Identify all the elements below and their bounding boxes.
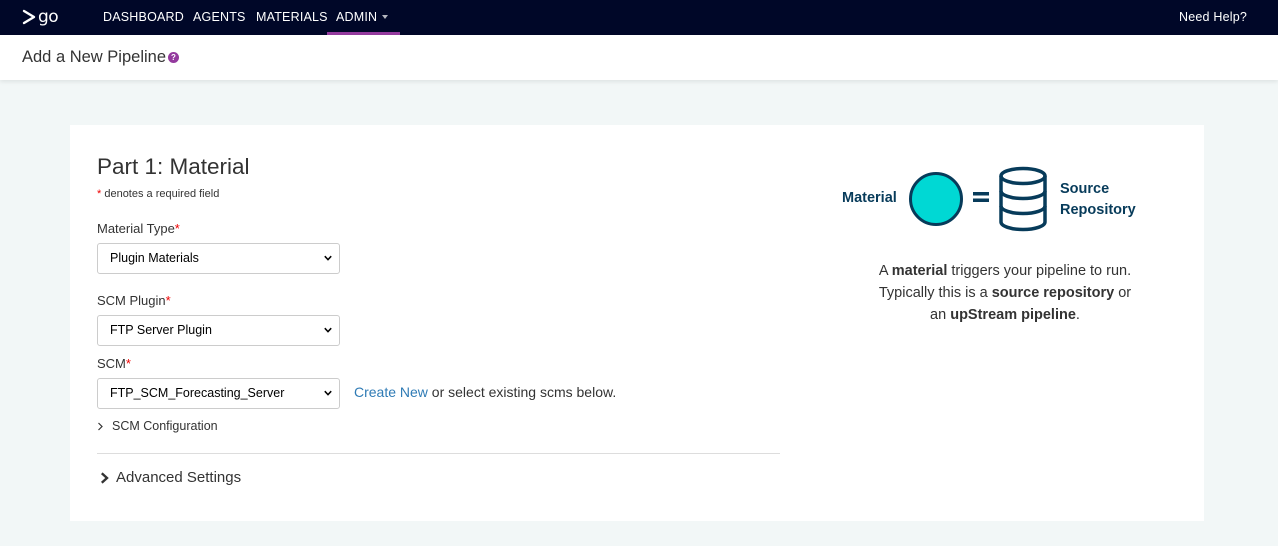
scm-plugin-select[interactable]: FTP Server Plugin <box>97 315 340 346</box>
chevron-right-icon <box>100 471 109 484</box>
create-new-link[interactable]: Create New <box>354 384 428 400</box>
need-help-link[interactable]: Need Help? <box>1179 0 1247 35</box>
nav-agents[interactable]: AGENTS <box>193 0 246 35</box>
desc-text: triggers your pipeline to run. <box>947 263 1132 279</box>
create-new-suffix: or select existing scms below. <box>427 384 617 400</box>
desc-bold: source repository <box>991 285 1115 301</box>
scm-label: SCM* <box>97 356 131 371</box>
chevron-down-icon <box>324 255 332 261</box>
chevron-right-icon <box>98 422 103 430</box>
play-icon <box>22 9 36 25</box>
scm-label-text: SCM <box>97 356 126 371</box>
divider <box>97 453 780 454</box>
required-star: * <box>174 221 180 236</box>
advanced-settings-label: Advanced Settings <box>116 469 242 486</box>
caret-down-icon <box>382 14 389 19</box>
desc-text: or <box>1114 285 1132 301</box>
part-title: Part 1: Material <box>97 154 250 179</box>
chevron-down-icon <box>324 390 332 396</box>
material-type-label-text: Material Type <box>97 221 175 236</box>
material-circle-icon <box>909 172 963 226</box>
page-title: Add a New Pipeline <box>22 48 167 66</box>
chevron-down-icon <box>324 327 332 333</box>
scm-plugin-value: FTP Server Plugin <box>110 323 212 337</box>
material-description: A material triggers your pipeline to run… <box>810 260 1200 326</box>
desc-line-2: Typically this is a source repository or <box>810 282 1200 304</box>
required-note: * denotes a required field <box>97 188 219 200</box>
scm-select[interactable]: FTP_SCM_Forecasting_Server <box>97 378 340 409</box>
material-type-label: Material Type* <box>97 221 180 236</box>
advanced-settings-toggle[interactable]: Advanced Settings <box>100 469 241 486</box>
help-icon[interactable]: ? <box>168 52 179 63</box>
desc-bold: material <box>891 263 948 279</box>
desc-text: . <box>1075 307 1080 323</box>
desc-bold: upStream pipeline <box>950 307 1076 323</box>
illustration-material-label: Material <box>842 190 897 206</box>
database-icon <box>999 166 1047 232</box>
desc-text: Typically this is a <box>878 285 992 301</box>
material-type-value: Plugin Materials <box>110 251 199 265</box>
scm-configuration-label: SCM Configuration <box>112 419 218 433</box>
material-card: Part 1: Material * denotes a required fi… <box>70 125 1204 521</box>
scm-configuration-toggle[interactable]: SCM Configuration <box>97 419 218 433</box>
required-star: * <box>125 356 131 371</box>
material-type-select[interactable]: Plugin Materials <box>97 243 340 274</box>
create-new-row: Create New or select existing scms below… <box>354 384 616 400</box>
equals-icon <box>973 192 989 202</box>
desc-line-3: an upStream pipeline. <box>810 304 1200 326</box>
scm-plugin-label-text: SCM Plugin <box>97 293 166 308</box>
nav-admin-label: ADMIN <box>336 10 378 24</box>
page-header: Add a New Pipeline ? <box>0 35 1278 80</box>
source-line-2: Repository <box>1060 202 1136 218</box>
desc-text: an <box>930 307 951 323</box>
go-logo[interactable]: go <box>22 7 62 27</box>
desc-text: A <box>878 263 892 279</box>
logo-text: go <box>38 6 59 27</box>
scm-plugin-label: SCM Plugin* <box>97 293 171 308</box>
required-note-text: denotes a required field <box>101 188 220 200</box>
nav-dashboard[interactable]: DASHBOARD <box>103 0 184 35</box>
illustration-source-label: Source Repository <box>1060 179 1136 221</box>
nav-admin[interactable]: ADMIN <box>327 0 400 35</box>
source-line-1: Source <box>1060 181 1110 197</box>
desc-line-1: A material triggers your pipeline to run… <box>810 260 1200 282</box>
required-star: * <box>165 293 171 308</box>
nav-materials[interactable]: MATERIALS <box>256 0 328 35</box>
scm-value: FTP_SCM_Forecasting_Server <box>110 386 285 400</box>
top-nav: go DASHBOARD AGENTS MATERIALS ADMIN Need… <box>0 0 1278 35</box>
